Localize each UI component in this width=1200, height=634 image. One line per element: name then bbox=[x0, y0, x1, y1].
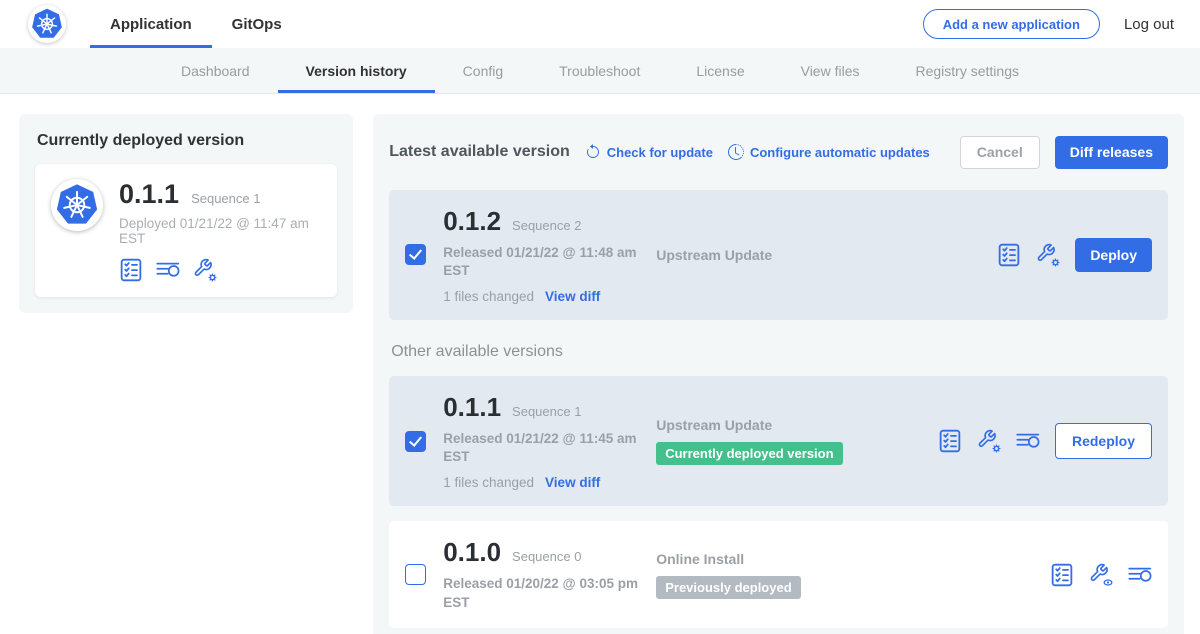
version-number: 0.1.0 bbox=[443, 537, 501, 568]
version-row: 0.1.0 Sequence 0 Released 01/20/22 @ 03:… bbox=[389, 521, 1168, 627]
kubernetes-logo-icon bbox=[54, 182, 100, 228]
cancel-button[interactable]: Cancel bbox=[960, 136, 1040, 169]
kubernetes-logo[interactable] bbox=[28, 5, 66, 43]
version-number: 0.1.2 bbox=[443, 206, 501, 237]
version-number: 0.1.1 bbox=[443, 392, 501, 423]
topnav-tabs: Application GitOps bbox=[90, 0, 302, 48]
diff-releases-button[interactable]: Diff releases bbox=[1055, 136, 1168, 169]
check-for-update-label: Check for update bbox=[607, 145, 713, 160]
released-timestamp: Released 01/21/22 @ 11:45 am EST bbox=[443, 430, 639, 466]
subnav-item-version-history[interactable]: Version history bbox=[278, 48, 435, 93]
deployed-version-details: 0.1.1 Sequence 1 Deployed 01/21/22 @ 11:… bbox=[119, 179, 321, 282]
version-checkbox[interactable] bbox=[405, 244, 426, 265]
version-actions: Deploy bbox=[997, 238, 1152, 272]
released-timestamp: Released 01/20/22 @ 03:05 pm EST bbox=[443, 575, 639, 611]
main-content: Currently deployed version 0.1.1 Sequenc… bbox=[0, 94, 1200, 634]
deploy-logs-icon[interactable] bbox=[1128, 563, 1152, 587]
deployed-version-number: 0.1.1 bbox=[119, 179, 179, 210]
topnav-spacer bbox=[302, 0, 923, 48]
configure-automatic-updates-label: Configure automatic updates bbox=[750, 145, 930, 160]
deploy-logs-icon[interactable] bbox=[1016, 429, 1040, 453]
app-logo bbox=[51, 179, 103, 231]
files-changed-label: 1 files changed bbox=[443, 289, 534, 304]
view-diff-link[interactable]: View diff bbox=[545, 289, 600, 304]
add-application-button[interactable]: Add a new application bbox=[923, 9, 1100, 39]
configure-automatic-updates-link[interactable]: Configure automatic updates bbox=[728, 144, 930, 160]
version-info: 0.1.1 Sequence 1 Released 01/21/22 @ 11:… bbox=[443, 392, 639, 490]
preflight-checks-icon[interactable] bbox=[119, 258, 143, 282]
redeploy-button[interactable]: Redeploy bbox=[1055, 423, 1152, 459]
app-sub-nav: Dashboard Version history Config Trouble… bbox=[0, 48, 1200, 94]
version-source: Upstream Update Currently deployed versi… bbox=[656, 417, 921, 465]
deployed-version-actions bbox=[119, 258, 321, 282]
top-nav: Application GitOps Add a new application… bbox=[0, 0, 1200, 48]
deploy-button[interactable]: Deploy bbox=[1075, 238, 1152, 272]
preflight-checks-icon[interactable] bbox=[1050, 563, 1074, 587]
version-history-panel: Latest available version Check for updat… bbox=[373, 114, 1184, 634]
deploy-logs-icon[interactable] bbox=[156, 258, 180, 282]
preflight-checks-icon[interactable] bbox=[997, 243, 1021, 267]
version-sequence: Sequence 0 bbox=[512, 549, 581, 564]
edit-config-icon[interactable] bbox=[977, 429, 1001, 453]
source-label: Upstream Update bbox=[656, 417, 921, 433]
version-checkbox[interactable] bbox=[405, 431, 426, 452]
version-row: 0.1.1 Sequence 1 Released 01/21/22 @ 11:… bbox=[389, 376, 1168, 506]
version-sequence: Sequence 2 bbox=[512, 218, 581, 233]
latest-version-title: Latest available version bbox=[389, 143, 570, 161]
other-versions-title: Other available versions bbox=[391, 343, 1168, 361]
view-config-icon[interactable] bbox=[1089, 563, 1113, 587]
version-info: 0.1.2 Sequence 2 Released 01/21/22 @ 11:… bbox=[443, 206, 639, 304]
currently-deployed-panel: Currently deployed version 0.1.1 Sequenc… bbox=[19, 114, 353, 313]
logout-button[interactable]: Log out bbox=[1124, 16, 1174, 33]
kubernetes-logo-icon bbox=[30, 7, 64, 41]
subnav-item-troubleshoot[interactable]: Troubleshoot bbox=[531, 48, 668, 93]
version-sequence: Sequence 1 bbox=[512, 404, 581, 419]
files-changed-label: 1 files changed bbox=[443, 475, 534, 490]
schedule-icon bbox=[728, 144, 744, 160]
version-actions: Redeploy bbox=[938, 423, 1152, 459]
version-source: Upstream Update bbox=[656, 247, 980, 263]
previously-deployed-badge: Previously deployed bbox=[656, 576, 800, 599]
topnav-tab-gitops[interactable]: GitOps bbox=[212, 0, 302, 48]
subnav-item-registry-settings[interactable]: Registry settings bbox=[888, 48, 1047, 93]
source-label: Online Install bbox=[656, 551, 1033, 567]
released-timestamp: Released 01/21/22 @ 11:48 am EST bbox=[443, 244, 639, 280]
deployed-version-card: 0.1.1 Sequence 1 Deployed 01/21/22 @ 11:… bbox=[35, 164, 337, 297]
currently-deployed-title: Currently deployed version bbox=[37, 132, 337, 150]
deployed-timestamp: Deployed 01/21/22 @ 11:47 am EST bbox=[119, 216, 321, 246]
subnav-item-license[interactable]: License bbox=[668, 48, 772, 93]
version-row: 0.1.2 Sequence 2 Released 01/21/22 @ 11:… bbox=[389, 190, 1168, 320]
version-actions bbox=[1050, 563, 1152, 587]
view-diff-link[interactable]: View diff bbox=[545, 475, 600, 490]
version-checkbox[interactable] bbox=[405, 564, 426, 585]
source-label: Upstream Update bbox=[656, 247, 980, 263]
version-source: Online Install Previously deployed bbox=[656, 551, 1033, 599]
edit-config-icon[interactable] bbox=[193, 258, 217, 282]
latest-version-header: Latest available version Check for updat… bbox=[389, 130, 1168, 175]
subnav-item-view-files[interactable]: View files bbox=[773, 48, 888, 93]
edit-config-icon[interactable] bbox=[1036, 243, 1060, 267]
check-for-update-link[interactable]: Check for update bbox=[585, 144, 713, 160]
refresh-icon bbox=[585, 144, 601, 160]
admin-console: Application GitOps Add a new application… bbox=[0, 0, 1200, 634]
preflight-checks-icon[interactable] bbox=[938, 429, 962, 453]
currently-deployed-badge: Currently deployed version bbox=[656, 442, 842, 465]
subnav-item-dashboard[interactable]: Dashboard bbox=[153, 48, 278, 93]
version-info: 0.1.0 Sequence 0 Released 01/20/22 @ 03:… bbox=[443, 537, 639, 611]
subnav-item-config[interactable]: Config bbox=[435, 48, 531, 93]
deployed-version-sequence: Sequence 1 bbox=[191, 191, 260, 206]
topnav-tab-application[interactable]: Application bbox=[90, 0, 212, 48]
